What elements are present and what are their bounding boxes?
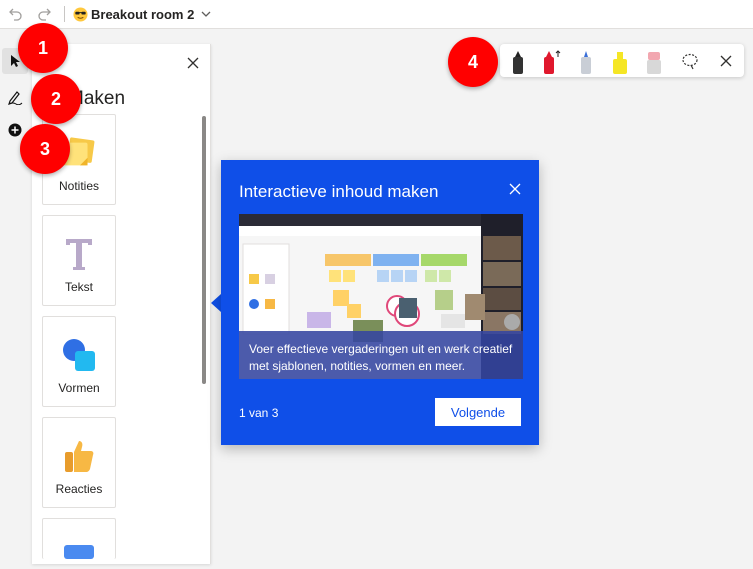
eraser-button[interactable] bbox=[642, 48, 666, 74]
close-icon bbox=[720, 55, 732, 67]
onboarding-callout: Interactieve inhoud maken Voer effectiev… bbox=[221, 160, 539, 445]
toolbar-divider bbox=[64, 6, 65, 22]
shapes-icon bbox=[61, 337, 97, 373]
pen-tool-button[interactable] bbox=[2, 84, 28, 110]
tile-tekst[interactable]: Tekst bbox=[42, 215, 116, 306]
blue-pen-icon bbox=[581, 51, 591, 74]
next-button[interactable]: Volgende bbox=[435, 398, 521, 426]
panel-scrollbar[interactable] bbox=[202, 116, 206, 384]
panel-close-button[interactable] bbox=[184, 54, 202, 72]
tile-label: Notities bbox=[58, 179, 99, 193]
undo-icon bbox=[9, 8, 22, 21]
tile-image[interactable] bbox=[42, 518, 116, 559]
add-icon bbox=[8, 123, 22, 137]
highlighter-icon bbox=[613, 52, 627, 74]
redo-icon bbox=[38, 8, 51, 21]
undo-button[interactable] bbox=[4, 2, 28, 26]
red-pen-button[interactable] bbox=[540, 48, 564, 74]
chevron-down-icon bbox=[201, 11, 211, 17]
ink-toolbar-close-button[interactable] bbox=[714, 48, 738, 74]
black-pen-icon bbox=[513, 51, 523, 74]
sunglasses-emoji-icon bbox=[73, 6, 88, 22]
room-title: Breakout room 2 bbox=[91, 6, 195, 22]
lasso-icon bbox=[682, 53, 698, 70]
tile-vormen[interactable]: Vormen bbox=[42, 316, 116, 407]
black-pen-button[interactable] bbox=[506, 48, 530, 74]
callout-close-button[interactable] bbox=[509, 182, 523, 196]
callout-description: Voer effectieve vergaderingen uit en wer… bbox=[239, 331, 523, 379]
tile-reacties[interactable]: Reacties bbox=[42, 417, 116, 508]
eraser-icon bbox=[647, 52, 661, 74]
image-icon bbox=[61, 539, 97, 559]
thumbs-up-icon bbox=[61, 438, 97, 474]
marker-3: 3 bbox=[20, 124, 70, 174]
callout-title: Interactieve inhoud maken bbox=[239, 182, 439, 201]
tile-label: Vormen bbox=[58, 381, 100, 395]
marker-4: 4 bbox=[448, 37, 498, 87]
text-icon bbox=[61, 236, 97, 272]
callout-arrow bbox=[211, 294, 221, 312]
room-selector[interactable]: Breakout room 2 bbox=[73, 7, 212, 22]
marker-2: 2 bbox=[31, 74, 81, 124]
tile-label: Tekst bbox=[64, 280, 93, 294]
close-icon bbox=[187, 57, 199, 69]
marker-1: 1 bbox=[18, 23, 68, 73]
tile-label: Reacties bbox=[55, 482, 103, 496]
top-bar: Breakout room 2 bbox=[0, 0, 753, 29]
close-icon bbox=[509, 183, 521, 195]
left-tool-rail bbox=[0, 44, 30, 569]
blue-pen-button[interactable] bbox=[574, 48, 598, 74]
pen-icon bbox=[8, 91, 23, 105]
ink-toolbar bbox=[500, 44, 744, 77]
red-arrow-pen-icon bbox=[544, 50, 561, 74]
callout-pager: 1 van 3 bbox=[239, 406, 279, 420]
lasso-button[interactable] bbox=[678, 48, 702, 74]
highlighter-button[interactable] bbox=[608, 48, 632, 74]
